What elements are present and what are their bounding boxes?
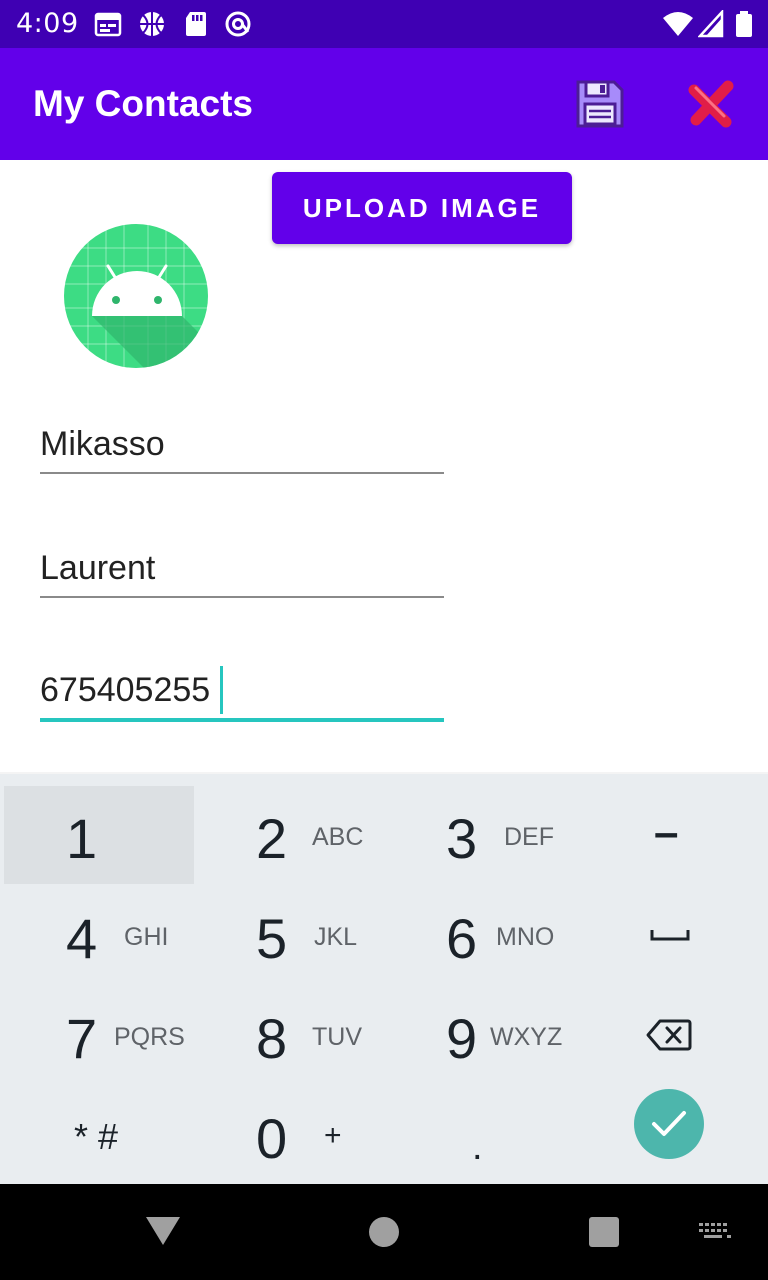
- contact-avatar[interactable]: [64, 224, 208, 368]
- last-name-underline: [40, 596, 444, 598]
- key-letters: MNO: [496, 923, 555, 951]
- home-button[interactable]: [368, 1216, 400, 1248]
- key-space[interactable]: [574, 886, 764, 984]
- key-5[interactable]: 5 JKL: [194, 886, 384, 984]
- save-button[interactable]: [572, 76, 628, 132]
- save-icon: [576, 80, 624, 128]
- key-backspace[interactable]: [574, 986, 764, 1084]
- keyboard-switch-button[interactable]: [698, 1220, 732, 1244]
- keyboard-switch-icon: [699, 1223, 731, 1238]
- recents-button[interactable]: [588, 1216, 620, 1248]
- wifi-icon: [662, 10, 694, 38]
- key-3[interactable]: 3 DEF: [384, 786, 574, 884]
- key-digit: 1: [66, 807, 98, 870]
- key-letters: GHI: [124, 923, 169, 951]
- home-circle-icon: [369, 1217, 399, 1247]
- key-digit: 0: [256, 1107, 288, 1170]
- key-8[interactable]: 8 TUV: [194, 986, 384, 1084]
- key-symbol: –: [654, 808, 679, 857]
- sd-card-icon: [182, 10, 210, 38]
- app-screen: 4:09 My Contacts UPLOAD IMAGE Mikasso La…: [0, 0, 768, 1280]
- app-title: My Contacts: [33, 83, 253, 124]
- key-letters: TUV: [312, 1023, 362, 1051]
- key-letters: ABC: [312, 823, 364, 851]
- key-minus[interactable]: –: [574, 786, 764, 884]
- key-symbol: * #: [74, 1116, 119, 1157]
- key-digit: 3: [446, 807, 478, 870]
- key-letters: JKL: [314, 923, 358, 951]
- recents-square-icon: [589, 1217, 619, 1247]
- key-letters: PQRS: [114, 1023, 185, 1051]
- space-icon: [650, 930, 690, 941]
- back-button[interactable]: [144, 1214, 182, 1248]
- enter-check-icon: [652, 1111, 686, 1136]
- key-period[interactable]: .: [384, 1086, 574, 1184]
- key-digit: 2: [256, 807, 288, 870]
- key-symbol: .: [472, 1126, 483, 1168]
- signal-icon: [697, 8, 726, 38]
- upload-image-button[interactable]: UPLOAD IMAGE: [272, 172, 572, 244]
- status-bar: 4:09: [0, 0, 768, 48]
- key-digit: 9: [446, 1007, 478, 1070]
- key-star-hash[interactable]: * #: [4, 1086, 194, 1184]
- key-letters: WXYZ: [490, 1023, 563, 1051]
- key-digit: 8: [256, 1007, 288, 1070]
- text-caret: [220, 666, 223, 714]
- key-letters: DEF: [504, 823, 554, 851]
- battery-icon: [734, 10, 754, 38]
- backspace-icon: [646, 1019, 692, 1051]
- android-icon: [64, 224, 208, 368]
- at-sync-icon: [224, 10, 252, 38]
- first-name-field[interactable]: [40, 414, 444, 474]
- key-digit: 6: [446, 907, 478, 970]
- key-plus: +: [324, 1119, 342, 1152]
- first-name-underline: [40, 472, 444, 474]
- last-name-field[interactable]: [40, 538, 444, 598]
- phone-field[interactable]: [40, 660, 444, 722]
- status-time: 4:09: [16, 8, 79, 39]
- calendar-icon: [94, 10, 122, 38]
- phone-input[interactable]: [40, 660, 444, 720]
- close-icon: [688, 80, 734, 128]
- key-digit: 5: [256, 907, 288, 970]
- key-digit: 7: [66, 1007, 98, 1070]
- key-9[interactable]: 9 WXYZ: [384, 986, 574, 1084]
- enter-key[interactable]: [634, 1089, 704, 1159]
- key-2[interactable]: 2 ABC: [194, 786, 384, 884]
- app-bar: My Contacts: [0, 48, 768, 160]
- key-digit: 4: [66, 907, 98, 970]
- first-name-input[interactable]: [40, 414, 444, 474]
- key-6[interactable]: 6 MNO: [384, 886, 574, 984]
- key-7[interactable]: 7 PQRS: [4, 986, 194, 1084]
- phone-underline: [40, 718, 444, 722]
- basketball-icon: [138, 10, 166, 38]
- back-triangle-icon: [146, 1217, 180, 1245]
- key-1[interactable]: 1: [4, 786, 194, 884]
- close-button[interactable]: [684, 76, 740, 132]
- last-name-input[interactable]: [40, 538, 444, 598]
- key-4[interactable]: 4 GHI: [4, 886, 194, 984]
- key-0[interactable]: 0 +: [194, 1086, 384, 1184]
